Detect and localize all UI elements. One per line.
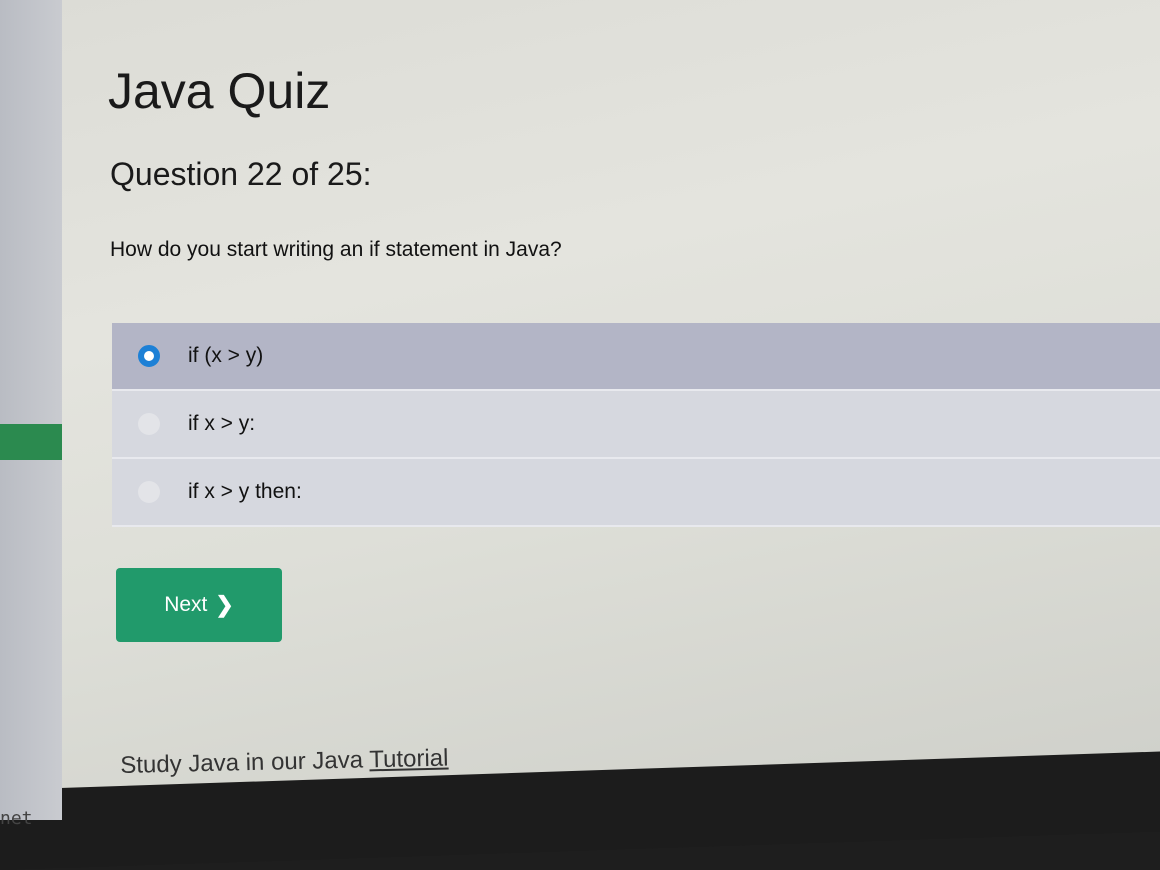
next-button-label: Next — [164, 593, 208, 616]
answer-option-3[interactable]: if x > y then: — [112, 459, 1160, 527]
study-tutorial-text: Study Java in our Java Tutorial — [120, 745, 449, 780]
question-text: How do you start writing an if statement… — [110, 238, 562, 261]
answer-label: if (x > y) — [188, 344, 264, 367]
answer-options: if (x > y) if x > y: if x > y then: — [112, 323, 1160, 527]
chevron-right-icon: ❯ — [215, 592, 234, 617]
answer-option-1[interactable]: if (x > y) — [112, 323, 1160, 391]
question-progress: Question 22 of 25: — [110, 156, 372, 192]
next-button[interactable]: Next ❯ — [116, 568, 282, 642]
tutorial-link[interactable]: Tutorial — [369, 745, 449, 774]
radio-button[interactable] — [138, 413, 160, 435]
answer-label: if x > y: — [188, 412, 256, 435]
radio-button-selected[interactable] — [138, 345, 160, 367]
page-title: Java Quiz — [108, 63, 331, 119]
quiz-container: Java Quiz Question 22 of 25: How do you … — [0, 0, 1160, 868]
answer-option-2[interactable]: if x > y: — [112, 391, 1160, 459]
study-text: Study Java in our Java — [120, 746, 370, 779]
answer-label: if x > y then: — [188, 480, 302, 503]
radio-button[interactable] — [138, 481, 160, 503]
